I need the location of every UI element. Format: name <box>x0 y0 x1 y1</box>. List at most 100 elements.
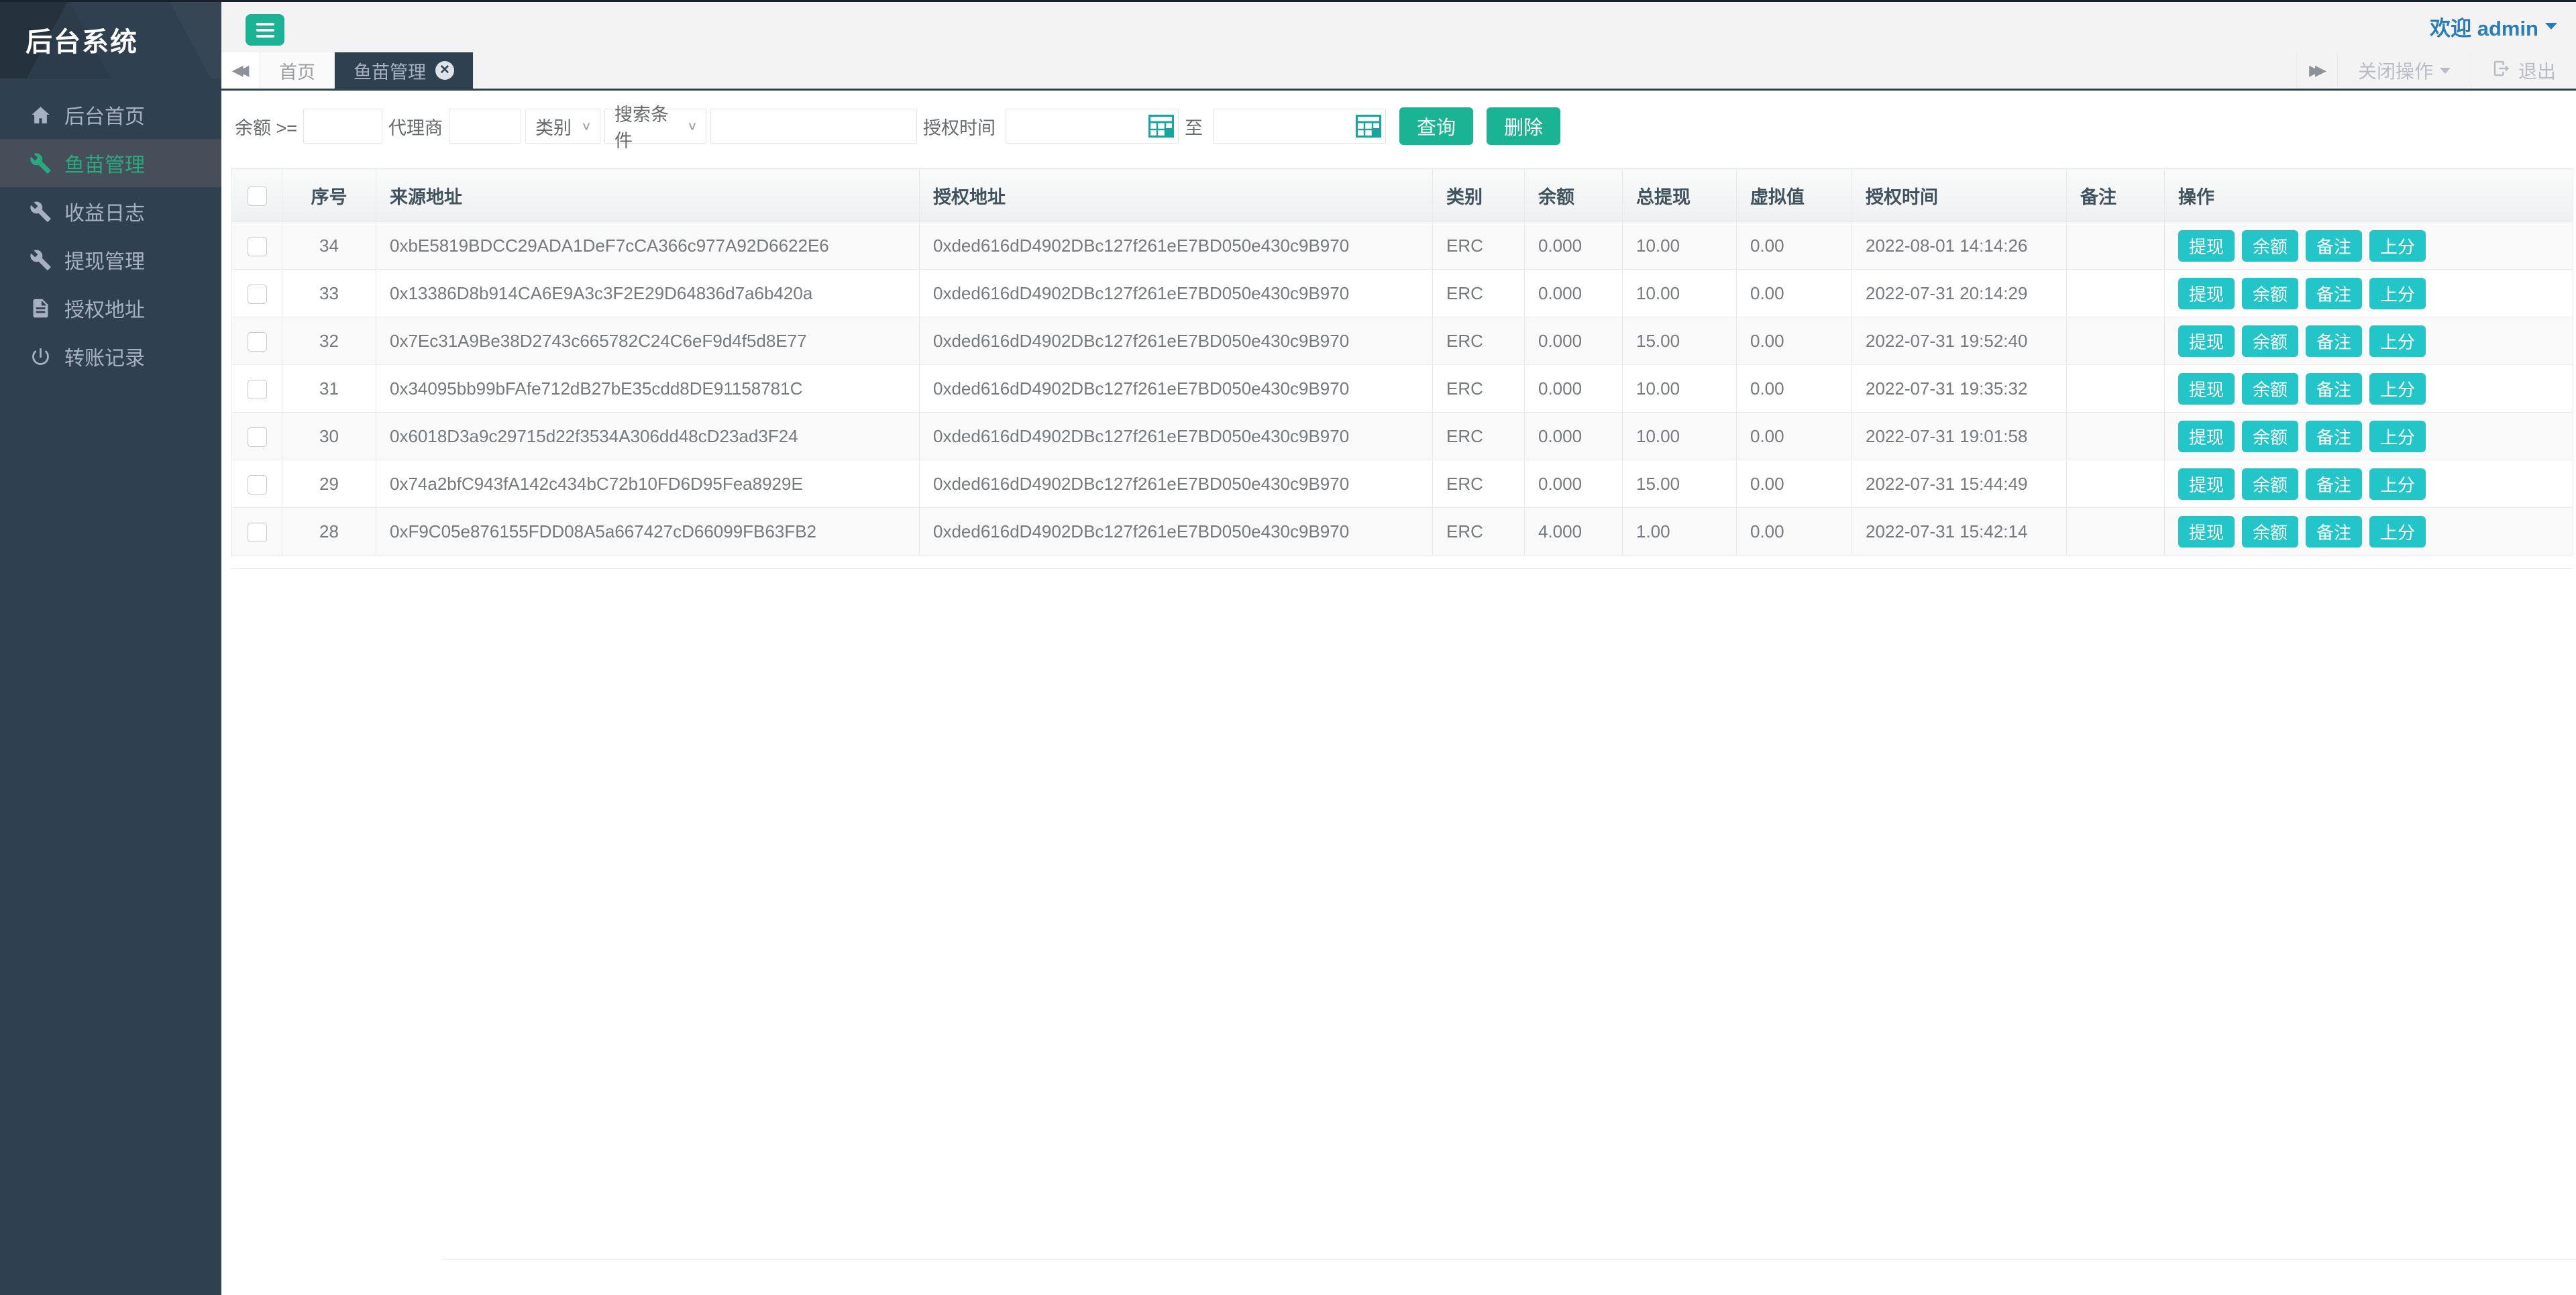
balance-filter-input[interactable] <box>303 109 382 144</box>
table-row: 300x6018D3a9c29715d22f3534A306dd48cD23ad… <box>232 413 2573 460</box>
add-score-button[interactable]: 上分 <box>2369 278 2426 309</box>
withdraw-button[interactable]: 提现 <box>2178 325 2235 357</box>
cell-checkbox <box>232 460 282 508</box>
query-button[interactable]: 查询 <box>1399 107 1473 145</box>
sidebar-item-fish[interactable]: 鱼苗管理 <box>0 139 221 187</box>
cell-balance: 0.000 <box>1525 365 1623 413</box>
balance-button[interactable]: 余额 <box>2242 421 2298 452</box>
agent-filter-input[interactable] <box>449 109 521 144</box>
cell-total-withdraw: 10.00 <box>1623 413 1737 460</box>
remark-button[interactable]: 备注 <box>2306 516 2362 548</box>
cell-type: ERC <box>1433 413 1525 460</box>
row-checkbox[interactable] <box>248 475 267 495</box>
withdraw-button[interactable]: 提现 <box>2178 468 2235 500</box>
row-checkbox[interactable] <box>248 332 267 352</box>
tabs-scroll-left-button[interactable]: ◀◀ <box>221 52 260 89</box>
search-keyword-input[interactable] <box>710 109 917 144</box>
balance-button[interactable]: 余额 <box>2242 230 2298 262</box>
sidebar-menu: 后台首页鱼苗管理收益日志提现管理授权地址转账记录 <box>0 91 221 380</box>
to-label: 至 <box>1185 113 1203 140</box>
remark-button[interactable]: 备注 <box>2306 468 2362 500</box>
withdraw-button[interactable]: 提现 <box>2178 373 2235 405</box>
wrench-icon <box>30 249 64 271</box>
remark-button[interactable]: 备注 <box>2306 278 2362 309</box>
cell-auth-time: 2022-08-01 14:14:26 <box>1852 222 2067 270</box>
withdraw-button[interactable]: 提现 <box>2178 230 2235 262</box>
col-remark: 备注 <box>2067 169 2165 222</box>
cell-auth-address: 0xded616dD4902DBc127f261eE7BD050e430c9B9… <box>920 270 1433 317</box>
add-score-button[interactable]: 上分 <box>2369 516 2426 548</box>
file-icon <box>30 297 64 319</box>
col-source-address: 来源地址 <box>376 169 920 222</box>
search-condition-select[interactable]: 搜索条件 ∨ <box>604 109 706 144</box>
calendar-icon[interactable] <box>1148 115 1174 138</box>
add-score-button[interactable]: 上分 <box>2369 373 2426 405</box>
content-panel: 余额 >= 代理商 类别 ∨ 搜索条件 ∨ 授权时间 <box>221 91 2576 569</box>
cell-source-address: 0x34095bb99bFAfe712dB27bE35cdd8DE9115878… <box>376 365 920 413</box>
cell-id: 28 <box>282 508 376 556</box>
tabs-scroll-right-button[interactable]: ▶▶ <box>2296 52 2337 89</box>
cell-source-address: 0x7Ec31A9Be38D2743c665782C24C6eF9d4f5d8E… <box>376 317 920 365</box>
add-score-button[interactable]: 上分 <box>2369 421 2426 452</box>
sidebar-item-withdraw[interactable]: 提现管理 <box>0 236 221 284</box>
table-row: 340xbE5819BDCC29ADA1DeF7cCA366c977A92D66… <box>232 222 2573 270</box>
remark-button[interactable]: 备注 <box>2306 421 2362 452</box>
balance-button[interactable]: 余额 <box>2242 516 2298 548</box>
balance-button[interactable]: 余额 <box>2242 278 2298 309</box>
balance-button[interactable]: 余额 <box>2242 468 2298 500</box>
cell-operations: 提现余额备注上分 <box>2165 317 2573 365</box>
withdraw-button[interactable]: 提现 <box>2178 516 2235 548</box>
tab-fish-management[interactable]: 鱼苗管理 ✕ <box>335 52 474 89</box>
sidebar-item-transfer[interactable]: 转账记录 <box>0 332 221 380</box>
balance-button[interactable]: 余额 <box>2242 325 2298 357</box>
table-bottom-border <box>231 556 2573 569</box>
add-score-button[interactable]: 上分 <box>2369 230 2426 262</box>
withdraw-button[interactable]: 提现 <box>2178 421 2235 452</box>
sidebar-item-label: 收益日志 <box>64 197 145 226</box>
remark-button[interactable]: 备注 <box>2306 230 2362 262</box>
row-checkbox[interactable] <box>248 284 267 304</box>
welcome-user-dropdown[interactable]: 欢迎 admin <box>2430 0 2557 52</box>
cell-type: ERC <box>1433 270 1525 317</box>
close-operations-dropdown[interactable]: 关闭操作 <box>2337 52 2471 89</box>
cell-operations: 提现余额备注上分 <box>2165 460 2573 508</box>
wrench-icon <box>30 201 64 223</box>
agent-filter-label: 代理商 <box>388 113 443 140</box>
menu-toggle-button[interactable] <box>246 14 284 46</box>
close-tab-icon[interactable]: ✕ <box>435 61 454 80</box>
row-checkbox[interactable] <box>248 523 267 542</box>
cell-remark <box>2067 317 2165 365</box>
sidebar-item-income[interactable]: 收益日志 <box>0 187 221 236</box>
balance-button[interactable]: 余额 <box>2242 373 2298 405</box>
cell-id: 32 <box>282 317 376 365</box>
cell-auth-address: 0xded616dD4902DBc127f261eE7BD050e430c9B9… <box>920 508 1433 556</box>
balance-filter-label: 余额 >= <box>235 113 297 140</box>
tab-home[interactable]: 首页 <box>260 52 335 89</box>
cell-auth-address: 0xded616dD4902DBc127f261eE7BD050e430c9B9… <box>920 222 1433 270</box>
withdraw-button[interactable]: 提现 <box>2178 278 2235 309</box>
cell-balance: 4.000 <box>1525 508 1623 556</box>
add-score-button[interactable]: 上分 <box>2369 468 2426 500</box>
calendar-icon[interactable] <box>1356 115 1381 138</box>
select-all-checkbox[interactable] <box>248 187 267 206</box>
category-select[interactable]: 类别 ∨ <box>525 109 600 144</box>
sidebar-item-auth[interactable]: 授权地址 <box>0 284 221 332</box>
cell-remark <box>2067 460 2165 508</box>
sidebar-item-home[interactable]: 后台首页 <box>0 91 221 139</box>
cell-balance: 0.000 <box>1525 222 1623 270</box>
top-border-line <box>0 0 2576 2</box>
cell-operations: 提现余额备注上分 <box>2165 365 2573 413</box>
row-checkbox[interactable] <box>248 237 267 256</box>
cell-auth-time: 2022-07-31 19:52:40 <box>1852 317 2067 365</box>
logout-button[interactable]: 退出 <box>2471 52 2576 89</box>
add-score-button[interactable]: 上分 <box>2369 325 2426 357</box>
cell-remark <box>2067 270 2165 317</box>
remark-button[interactable]: 备注 <box>2306 325 2362 357</box>
row-checkbox[interactable] <box>248 380 267 399</box>
cell-source-address: 0xbE5819BDCC29ADA1DeF7cCA366c977A92D6622… <box>376 222 920 270</box>
cell-remark <box>2067 222 2165 270</box>
cell-type: ERC <box>1433 460 1525 508</box>
delete-button[interactable]: 删除 <box>1487 107 1560 145</box>
row-checkbox[interactable] <box>248 427 267 447</box>
remark-button[interactable]: 备注 <box>2306 373 2362 405</box>
